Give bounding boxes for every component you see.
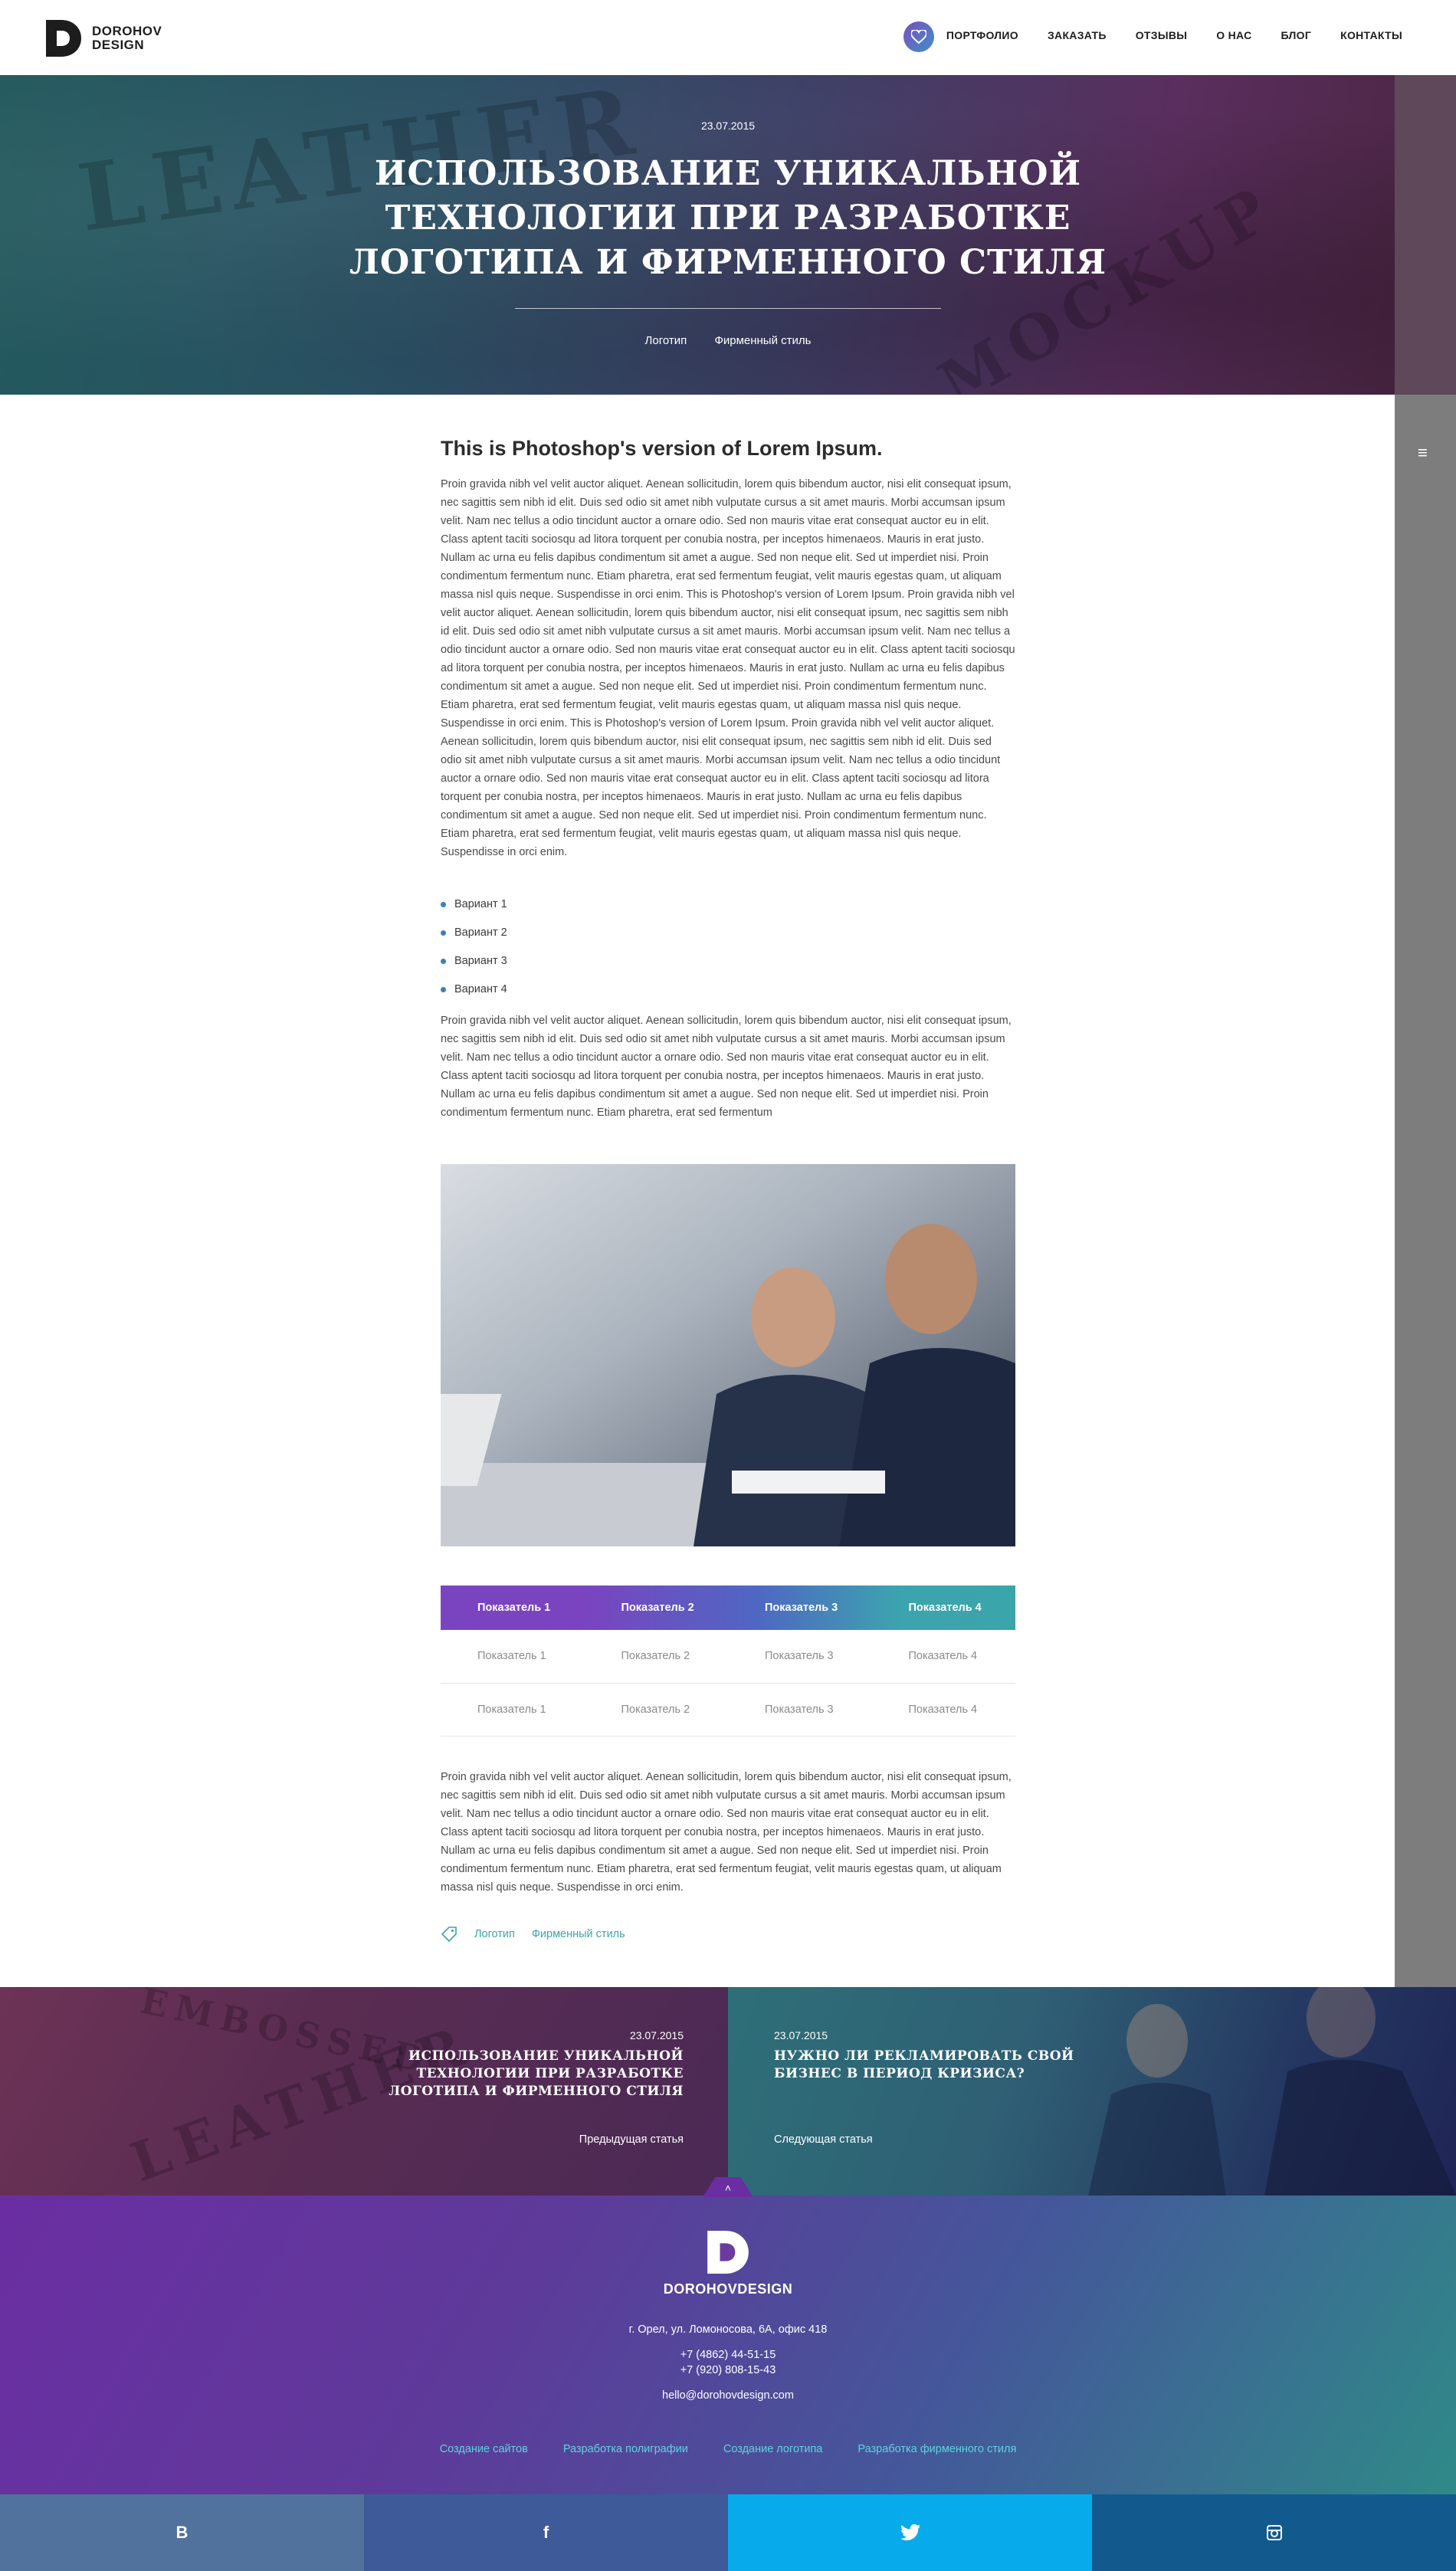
table-header-row: Показатель 1 Показатель 2 Показатель 3 П… [441, 1586, 1015, 1630]
social-bar: B f [0, 2494, 1456, 2571]
vk-icon: B [175, 2523, 189, 2542]
previous-article-card[interactable]: EMBOSSED LEATHER 23.07.2015 ИСПОЛЬЗОВАНИ… [0, 1987, 728, 2196]
table-cell: Показатель 4 [871, 1683, 1015, 1736]
article-heading: This is Photoshop's version of Lorem Ips… [441, 437, 883, 460]
site-logo[interactable]: DOROHOV DESIGN [46, 20, 162, 57]
hero-date: 23.07.2015 [700, 120, 756, 132]
logo-d-icon [46, 20, 81, 57]
hero-title: ИСПОЛЬЗОВАНИЕ УНИКАЛЬНОЙ ТЕХНОЛОГИИ ПРИ … [349, 154, 1107, 282]
footer-address: г. Орел, ул. Ломоносова, 6А, офис 418 [628, 2323, 828, 2336]
list-item: Вариант 1 [441, 895, 1015, 923]
chevron-up-icon: ˄ [724, 2182, 732, 2194]
site-header: DOROHOV DESIGN ПОРТФОЛИО ЗАКАЗАТЬ ОТЗЫВЫ… [0, 0, 1456, 75]
business-meeting-image [441, 1164, 1015, 1546]
logo-line-2: DESIGN [92, 38, 145, 52]
nav-about[interactable]: О НАС [1216, 29, 1251, 41]
footer-link-logo[interactable]: Создание логотипа [723, 2443, 823, 2455]
nav-reviews[interactable]: ОТЗЫВЫ [1136, 29, 1188, 41]
hero-tag-logo[interactable]: Логотип [645, 334, 687, 347]
footer-logo-icon [707, 2231, 749, 2274]
hero-tags: Логотип Фирменный стиль [0, 334, 1456, 347]
table-cell: Показатель 3 [728, 1683, 872, 1736]
footer-link-print[interactable]: Разработка полиграфии [563, 2443, 688, 2455]
table-cell: Показатель 1 [441, 1683, 585, 1736]
indicators-table: Показатель 1 Показатель 2 Показатель 3 П… [441, 1586, 1015, 1736]
table-cell: Показатель 2 [584, 1630, 728, 1684]
facebook-button[interactable]: f [364, 2494, 728, 2571]
table-row: Показатель 1 Показатель 2 Показатель 3 П… [441, 1630, 1015, 1684]
variant-list: Вариант 1 Вариант 2 Вариант 3 Вариант 4 [441, 895, 1015, 1008]
prev-date: 23.07.2015 [629, 2029, 684, 2041]
footer-brand: DOROHOVDESIGN [663, 2281, 793, 2297]
list-item: Вариант 4 [441, 980, 1015, 1008]
table-header-cell: Показатель 4 [908, 1602, 982, 1614]
article-tags: Логотип Фирменный стиль [441, 1926, 625, 1943]
article-paragraph-2: Proin gravida nibh vel velit auctor aliq… [441, 1015, 1012, 1119]
footer-phone-1[interactable]: +7 (4862) 44-51-15 [0, 2349, 1456, 2361]
site-footer: DOROHOVDESIGN г. Орел, ул. Ломоносова, 6… [0, 2196, 1456, 2494]
next-background-image [1088, 1987, 1456, 2196]
tag-icon [441, 1927, 457, 1943]
instagram-button[interactable] [1092, 2494, 1456, 2571]
article-photo [441, 1164, 1015, 1546]
table-header-cell: Показатель 1 [477, 1602, 551, 1614]
next-article-link[interactable]: Следующая статья [774, 2133, 873, 2146]
table-header-cell: Показатель 2 [621, 1602, 694, 1614]
footer-phone-2[interactable]: +7 (920) 808-15-43 [0, 2364, 1456, 2376]
instagram-icon [1266, 2525, 1282, 2540]
table-cell: Показатель 3 [728, 1630, 872, 1684]
footer-email[interactable]: hello@dorohovdesign.com [0, 2389, 1456, 2402]
table-cell: Показатель 2 [584, 1683, 728, 1736]
next-article-card[interactable]: 23.07.2015 НУЖНО ЛИ РЕКЛАМИРОВАТЬ СВОЙ Б… [728, 1987, 1456, 2196]
nav-portfolio[interactable]: ПОРТФОЛИО [946, 29, 1018, 41]
footer-link-identity[interactable]: Разработка фирменного стиля [858, 2443, 1016, 2455]
table-row: Показатель 1 Показатель 2 Показатель 3 П… [441, 1683, 1015, 1736]
nav-order[interactable]: ЗАКАЗАТЬ [1048, 29, 1107, 41]
next-date: 23.07.2015 [774, 2029, 828, 2041]
twitter-button[interactable] [728, 2494, 1092, 2571]
twitter-icon [900, 2524, 920, 2540]
prev-article-link[interactable]: Предыдущая статья [579, 2133, 684, 2146]
menu-icon[interactable]: ≡ [1418, 443, 1428, 463]
nav-contacts[interactable]: КОНТАКТЫ [1340, 29, 1402, 41]
logo-text: DOROHOV DESIGN [92, 25, 162, 52]
main-nav: ПОРТФОЛИО ЗАКАЗАТЬ ОТЗЫВЫ О НАС БЛОГ КОН… [917, 29, 1402, 41]
table-cell: Показатель 4 [871, 1630, 1015, 1684]
side-panel-hero [1395, 75, 1456, 395]
hero-tag-identity[interactable]: Фирменный стиль [714, 334, 811, 347]
footer-links: Создание сайтов Разработка полиграфии Со… [0, 2443, 1456, 2455]
vk-button[interactable]: B [0, 2494, 364, 2571]
tag-link-identity[interactable]: Фирменный стиль [532, 1928, 625, 1940]
article-paragraph-1: Proin gravida nibh vel velit auctor aliq… [441, 478, 1015, 858]
article-paragraph-3: Proin gravida nibh vel velit auctor aliq… [441, 1771, 1012, 1894]
nav-blog[interactable]: БЛОГ [1281, 29, 1312, 41]
prev-title: ИСПОЛЬЗОВАНИЕ УНИКАЛЬНОЙ ТЕХНОЛОГИИ ПРИ … [389, 2048, 684, 2099]
hero-divider [515, 308, 941, 309]
article-hero: LEATHER MOCKUP 23.07.2015 ИСПОЛЬЗОВАНИЕ … [0, 75, 1456, 395]
tag-link-logo[interactable]: Логотип [474, 1928, 515, 1940]
table-header-cell: Показатель 3 [765, 1602, 838, 1614]
list-item: Вариант 2 [441, 923, 1015, 952]
table-cell: Показатель 1 [441, 1630, 585, 1684]
logo-line-1: DOROHOV [92, 24, 162, 38]
next-title: НУЖНО ЛИ РЕКЛАМИРОВАТЬ СВОЙ БИЗНЕС В ПЕР… [774, 2048, 1074, 2081]
list-item: Вариант 3 [441, 952, 1015, 980]
facebook-icon: f [543, 2523, 549, 2542]
footer-link-websites[interactable]: Создание сайтов [440, 2443, 528, 2455]
